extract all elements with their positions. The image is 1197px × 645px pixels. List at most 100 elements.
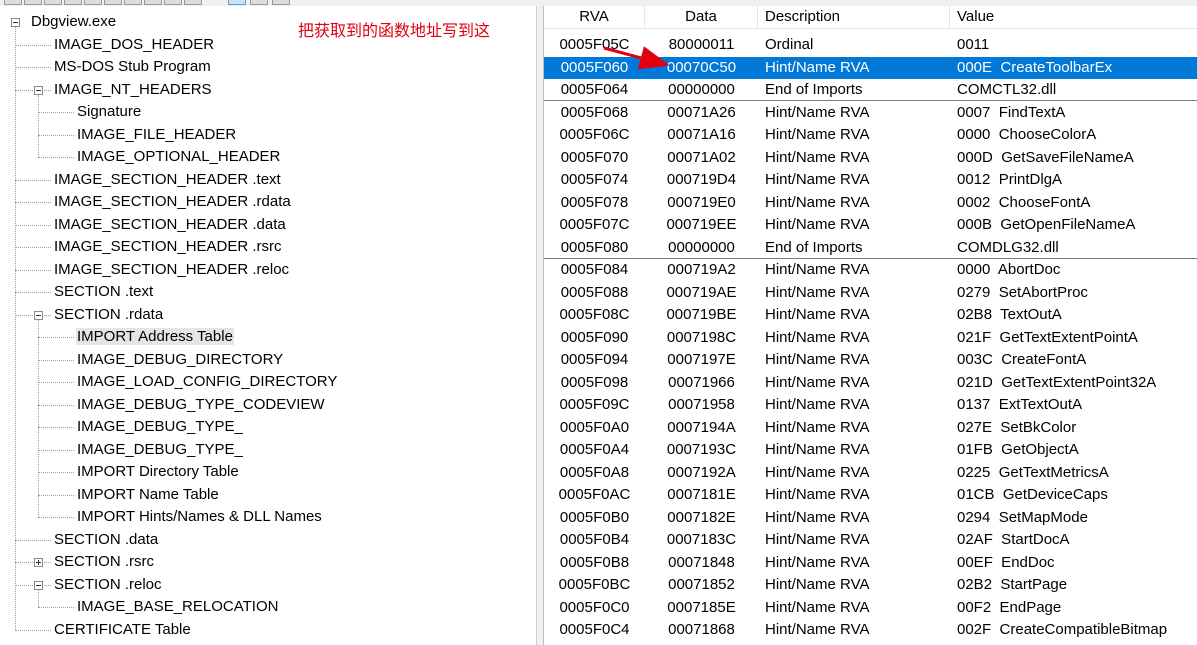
tree-node[interactable]: IMAGE_LOAD_CONFIG_DIRECTORY: [76, 371, 338, 393]
expand-plus-icon[interactable]: [34, 558, 43, 567]
cell-value: 000D GetSaveFileNameA: [957, 148, 1134, 166]
tree-node-label: IMAGE_DEBUG_TYPE_: [77, 440, 243, 458]
cell-value: 0294 SetMapMode: [957, 508, 1088, 526]
tree-node[interactable]: IMAGE_DOS_HEADER: [53, 34, 215, 56]
toolbar-button[interactable]: [124, 0, 142, 5]
tree-node[interactable]: SECTION .rdata: [53, 304, 164, 326]
toolbar-button[interactable]: [164, 0, 182, 5]
tree-node[interactable]: IMAGE_SECTION_HEADER .rdata: [53, 191, 292, 213]
toolbar-button[interactable]: [84, 0, 102, 5]
table-row[interactable]: 0005F078 000719E0 Hint/Name RVA 0002 Choose…: [544, 192, 1197, 214]
table-row[interactable]: 0005F088 000719AE Hint/Name RVA 0279 SetAbo…: [544, 282, 1197, 304]
tree-node-label: SECTION .rsrc: [54, 553, 154, 570]
tree-node[interactable]: SECTION .data: [53, 529, 159, 551]
table-row[interactable]: 0005F090 0007198C Hint/Name RVA 021F GetTex…: [544, 327, 1197, 349]
table-row[interactable]: 0005F0AC 0007181E Hint/Name RVA 01CB GetDev…: [544, 484, 1197, 506]
cell-description: Hint/Name RVA: [765, 216, 870, 233]
tree-node[interactable]: Signature: [76, 101, 142, 123]
column-header-description[interactable]: Description: [758, 6, 950, 28]
toolbar-button[interactable]: [64, 0, 82, 5]
table-row[interactable]: 0005F094 0007197E Hint/Name RVA 003C Create…: [544, 349, 1197, 371]
tree-node[interactable]: MS-DOS Stub Program: [53, 56, 212, 78]
cell-description: Hint/Name RVA: [765, 396, 870, 413]
cell-value: 02B2 StartPage: [957, 576, 1068, 593]
cell-data: 00000000: [668, 81, 735, 98]
cell-description: Hint/Name RVA: [765, 328, 870, 346]
collapse-minus-icon[interactable]: [34, 310, 43, 320]
tree-node[interactable]: IMAGE_SECTION_HEADER .reloc: [53, 259, 290, 281]
pe-structure-tree[interactable]: Dbgview.exe IMAGE_DOS_HEADER MS-DOS Stub P…: [0, 6, 536, 645]
toolbar-button[interactable]: [24, 0, 42, 5]
collapse-minus-icon[interactable]: [34, 580, 43, 590]
table-row[interactable]: 0005F098 00071966 Hint/Name RVA 021D GetTex…: [544, 372, 1197, 394]
column-header-rva[interactable]: RVA: [544, 6, 645, 28]
tree-node[interactable]: IMAGE_SECTION_HEADER .data: [53, 214, 287, 236]
tree-node[interactable]: SECTION .text: [53, 281, 154, 303]
toolbar-button[interactable]: [44, 0, 62, 5]
table-row[interactable]: 0005F0C0 0007185E Hint/Name RVA 00F2 EndPag…: [544, 597, 1197, 619]
iat-list-view[interactable]: RVA Data Description Value 0005F05C 80000…: [544, 6, 1197, 645]
toolbar-button[interactable]: [4, 0, 22, 5]
table-row[interactable]: 0005F05C 80000011 Ordinal 0011: [544, 34, 1197, 56]
cell-data: 00070C50: [666, 58, 737, 76]
cell-description: Ordinal: [765, 36, 814, 53]
table-row[interactable]: 0005F0BC 00071852 Hint/Name RVA 02B2 StartP…: [544, 574, 1197, 596]
tree-node[interactable]: IMPORT Directory Table: [76, 461, 240, 483]
collapse-minus-icon[interactable]: [11, 18, 20, 27]
table-row[interactable]: 0005F06C 00071A16 Hint/Name RVA 0000 Choose…: [544, 124, 1197, 146]
column-header-data[interactable]: Data: [645, 6, 758, 28]
table-row[interactable]: 0005F070 00071A02 Hint/Name RVA 000D GetSav…: [544, 147, 1197, 169]
tree-node[interactable]: IMAGE_DEBUG_TYPE_: [76, 439, 244, 461]
toolbar-button[interactable]: [272, 0, 290, 5]
tree-node[interactable]: IMPORT Address Table: [76, 326, 234, 348]
toolbar-button[interactable]: [250, 0, 268, 5]
tree-node[interactable]: CERTIFICATE Table: [53, 619, 192, 641]
table-row[interactable]: 0005F07C 000719EE Hint/Name RVA 000B GetOpe…: [544, 214, 1197, 236]
table-row[interactable]: 0005F0C4 00071868 Hint/Name RVA 002F Create…: [544, 619, 1197, 641]
tree-node[interactable]: SECTION .rsrc: [53, 551, 155, 573]
toolbar-button[interactable]: [144, 0, 162, 5]
table-row[interactable]: 0005F09C 00071958 Hint/Name RVA 0137 ExtTex…: [544, 394, 1197, 416]
tree-line: [15, 44, 51, 46]
tree-node[interactable]: IMAGE_DEBUG_TYPE_: [76, 416, 244, 438]
cell-rva: 0005F0A4: [559, 441, 630, 458]
tree-node[interactable]: IMAGE_BASE_RELOCATION: [76, 596, 279, 618]
tree-node[interactable]: IMAGE_SECTION_HEADER .text: [53, 169, 282, 191]
tree-line: [38, 134, 74, 136]
column-header-value[interactable]: Value: [950, 6, 1197, 28]
cell-rva: 0005F0BC: [558, 576, 631, 593]
tree-node[interactable]: IMAGE_SECTION_HEADER .rsrc: [53, 236, 283, 258]
cell-data: 000719A2: [667, 261, 736, 278]
tree-node[interactable]: IMAGE_DEBUG_TYPE_CODEVIEW: [76, 394, 326, 416]
toolbar-button[interactable]: [104, 0, 122, 5]
table-row[interactable]: 0005F0B0 0007182E Hint/Name RVA 0294 SetMap…: [544, 507, 1197, 529]
tree-node[interactable]: IMPORT Name Table: [76, 484, 220, 506]
table-row[interactable]: 0005F060 00070C50 Hint/Name RVA 000E Create…: [544, 56, 1197, 79]
toolbar-button[interactable]: [184, 0, 202, 5]
table-row[interactable]: 0005F0A8 0007192A Hint/Name RVA 0225 GetTex…: [544, 462, 1197, 484]
tree-node[interactable]: IMAGE_DEBUG_DIRECTORY: [76, 349, 284, 371]
table-row[interactable]: 0005F08C 000719BE Hint/Name RVA 02B8 TextOu…: [544, 304, 1197, 326]
cell-value: 0000 AbortDoc: [957, 261, 1061, 278]
table-row[interactable]: 0005F084 000719A2 Hint/Name RVA 0000 AbortD…: [544, 259, 1197, 281]
tree-line: [38, 359, 74, 361]
pane-splitter[interactable]: [536, 6, 544, 645]
toolbar-button-active[interactable]: [228, 0, 246, 5]
tree-node[interactable]: IMAGE_NT_HEADERS: [53, 79, 213, 101]
table-row[interactable]: 0005F0A0 0007194A Hint/Name RVA 027E SetBkC…: [544, 417, 1197, 439]
table-row[interactable]: 0005F080 00000000 End of Imports COMDLG32.d…: [544, 237, 1197, 259]
tree-node[interactable]: Dbgview.exe: [30, 11, 117, 33]
table-row[interactable]: 0005F0B8 00071848 Hint/Name RVA 00EF EndDoc: [544, 552, 1197, 574]
collapse-minus-icon[interactable]: [34, 85, 43, 95]
tree-node[interactable]: IMAGE_OPTIONAL_HEADER: [76, 146, 281, 168]
table-row[interactable]: 0005F0A4 0007193C Hint/Name RVA 01FB GetObj…: [544, 439, 1197, 461]
table-row[interactable]: 0005F074 000719D4 Hint/Name RVA 0012 PrintD…: [544, 169, 1197, 191]
tree-node[interactable]: IMAGE_FILE_HEADER: [76, 124, 237, 146]
table-row[interactable]: 0005F068 00071A26 Hint/Name RVA 0007 FindTe…: [544, 102, 1197, 124]
tree-node[interactable]: IMPORT Hints/Names & DLL Names: [76, 506, 323, 528]
tree-node-label: SECTION .data: [54, 530, 159, 548]
tree-node[interactable]: SECTION .reloc: [53, 574, 163, 596]
table-row[interactable]: 0005F0B4 0007183C Hint/Name RVA 02AF StartD…: [544, 529, 1197, 551]
cell-data: 000719BE: [666, 306, 737, 323]
table-row[interactable]: 0005F064 00000000 End of Imports COMCTL32.d…: [544, 79, 1197, 101]
